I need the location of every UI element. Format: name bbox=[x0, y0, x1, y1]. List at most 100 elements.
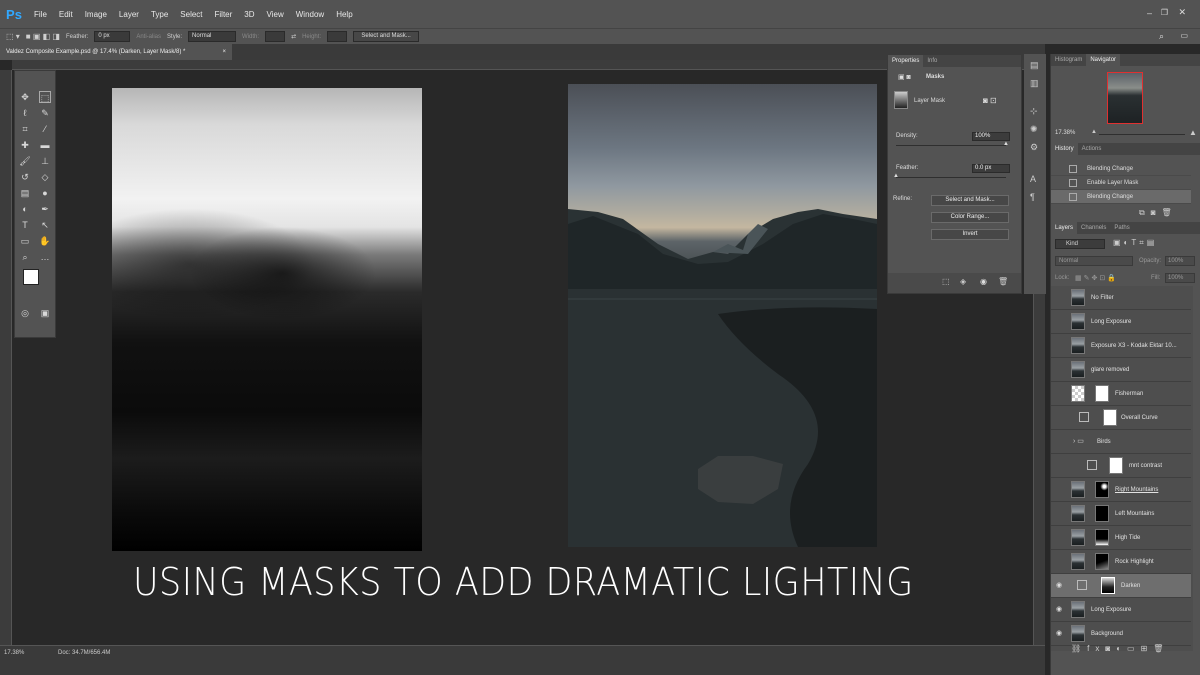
more-tools-icon[interactable]: … bbox=[39, 251, 51, 263]
screen-mode-icon[interactable]: ▣ bbox=[39, 307, 51, 319]
opacity-input[interactable]: 100% bbox=[1165, 256, 1195, 266]
menu-image[interactable]: Image bbox=[79, 10, 113, 19]
rectangle-tool-icon[interactable]: ▭ bbox=[19, 235, 31, 247]
layer-row[interactable]: Rock Highlight bbox=[1051, 550, 1191, 574]
history-item[interactable]: Enable Layer Mask bbox=[1051, 176, 1191, 190]
dodge-tool-icon[interactable]: ◐ bbox=[19, 203, 31, 215]
load-selection-icon[interactable]: ⬚ bbox=[942, 277, 950, 286]
paragraph-icon[interactable]: ¶ bbox=[1030, 192, 1035, 202]
history-item[interactable]: Blending Change bbox=[1051, 162, 1191, 176]
layer-row[interactable]: Exposure X3 - Kodak Ektar 10... bbox=[1051, 334, 1191, 358]
minimize-icon[interactable]: – bbox=[1147, 8, 1152, 18]
menu-select[interactable]: Select bbox=[174, 10, 208, 19]
tab-properties[interactable]: Properties bbox=[888, 55, 924, 67]
menu-window[interactable]: Window bbox=[290, 10, 330, 19]
history-item-active[interactable]: Blending Change bbox=[1051, 190, 1191, 204]
layer-row[interactable]: Fisherman bbox=[1051, 382, 1191, 406]
layer-filter-icons[interactable]: ▣◐T⌗▤ bbox=[1113, 238, 1157, 248]
tab-actions[interactable]: Actions bbox=[1078, 143, 1106, 155]
layer-row[interactable]: glare removed bbox=[1051, 358, 1191, 382]
brush-panel-icon[interactable]: ✺ bbox=[1030, 124, 1038, 135]
foreground-color-swatch[interactable] bbox=[23, 269, 39, 285]
zoom-tool-icon[interactable]: ⌕ bbox=[19, 251, 31, 263]
menu-view[interactable]: View bbox=[261, 10, 290, 19]
close-icon[interactable]: ✕ bbox=[1178, 7, 1186, 18]
select-and-mask-button[interactable]: Select and Mask... bbox=[353, 31, 420, 42]
crop-tool-icon[interactable]: ⌗ bbox=[19, 123, 31, 135]
tab-history[interactable]: History bbox=[1051, 143, 1078, 155]
lasso-tool-icon[interactable]: ℓ bbox=[19, 107, 31, 119]
restore-icon[interactable]: ❐ bbox=[1161, 8, 1168, 17]
styles-icon[interactable]: ⚙ bbox=[1030, 142, 1038, 153]
character-icon[interactable]: A bbox=[1030, 174, 1036, 184]
feather-input[interactable]: 0 px bbox=[94, 31, 131, 42]
history-footer-icons[interactable]: ⧉◙🗑 bbox=[1139, 208, 1178, 218]
pen-tool-icon[interactable]: ✒ bbox=[39, 203, 51, 215]
clone-stamp-icon[interactable]: ⊥ bbox=[39, 155, 51, 167]
history-panel-icon[interactable]: ▤ bbox=[1030, 60, 1039, 71]
move-tool-icon[interactable]: ✥ bbox=[19, 91, 31, 103]
properties-panel-icon[interactable]: ▥ bbox=[1030, 78, 1039, 89]
eyedropper-icon[interactable]: ⁄ bbox=[39, 123, 51, 135]
document-close-icon[interactable]: × bbox=[222, 44, 226, 60]
blur-tool-icon[interactable]: ● bbox=[39, 187, 51, 199]
lock-icons[interactable]: ▦✎✥⊡🔒 bbox=[1075, 274, 1118, 282]
fill-input[interactable]: 100% bbox=[1165, 273, 1195, 283]
zoom-in-icon[interactable]: ▲ bbox=[1189, 128, 1197, 137]
history-brush-icon[interactable]: ↺ bbox=[19, 171, 31, 183]
document-tab[interactable]: Valdez Composite Example.psd @ 17.4% (Da… bbox=[0, 44, 232, 60]
patch-tool-icon[interactable]: ▬ bbox=[39, 139, 51, 151]
color-range-button[interactable]: Color Range... bbox=[931, 212, 1009, 223]
menu-type[interactable]: Type bbox=[145, 10, 174, 19]
quick-mask-icon[interactable]: ◎ bbox=[19, 307, 31, 319]
gradient-tool-icon[interactable]: ▤ bbox=[19, 187, 31, 199]
delete-mask-icon[interactable]: 🗑 bbox=[998, 277, 1008, 286]
type-tool-icon[interactable]: T bbox=[19, 219, 31, 231]
tab-layers[interactable]: Layers bbox=[1051, 222, 1078, 234]
visibility-icon[interactable]: ◉ bbox=[980, 277, 987, 286]
invert-button[interactable]: Invert bbox=[931, 229, 1009, 240]
layer-row[interactable]: Overall Curve bbox=[1051, 406, 1191, 430]
eraser-icon[interactable]: ◇ bbox=[39, 171, 51, 183]
apply-mask-icon[interactable]: ◈ bbox=[960, 277, 966, 286]
select-and-mask-button[interactable]: Select and Mask... bbox=[931, 195, 1009, 206]
tab-info[interactable]: Info bbox=[923, 55, 941, 67]
add-pixel-mask-icon[interactable]: ◙ ⊡ bbox=[983, 96, 997, 105]
feather-input[interactable]: 0.0 px bbox=[972, 164, 1010, 173]
zoom-level[interactable]: 17.38% bbox=[4, 650, 24, 656]
navigator-zoom[interactable]: 17.38% bbox=[1055, 130, 1075, 136]
menu-help[interactable]: Help bbox=[330, 10, 358, 19]
navigator-preview[interactable] bbox=[1107, 72, 1143, 124]
healing-brush-icon[interactable]: ✚ bbox=[19, 139, 31, 151]
density-input[interactable]: 100% bbox=[972, 132, 1010, 141]
hand-tool-icon[interactable]: ✋ bbox=[39, 235, 51, 247]
menu-layer[interactable]: Layer bbox=[113, 10, 145, 19]
layer-row[interactable]: High Tide bbox=[1051, 526, 1191, 550]
density-slider[interactable] bbox=[896, 145, 1006, 146]
brush-tool-icon[interactable]: 🖌 bbox=[19, 155, 31, 167]
navigator-zoom-slider[interactable] bbox=[1099, 134, 1185, 135]
marquee-tool-icon[interactable]: ⬚ bbox=[39, 91, 51, 103]
layers-footer-icons[interactable]: ⛓fx◙◐▭⊞🗑 bbox=[1071, 644, 1169, 653]
antialias-checkbox[interactable]: Anti-alias bbox=[136, 34, 161, 40]
height-input[interactable] bbox=[327, 31, 348, 42]
workspace-icon[interactable]: ▭ bbox=[1180, 31, 1188, 40]
layer-row[interactable]: Right Mountains bbox=[1051, 478, 1191, 502]
tab-paths[interactable]: Paths bbox=[1110, 222, 1133, 234]
density-slider-handle[interactable]: ▲ bbox=[1003, 141, 1009, 147]
path-select-icon[interactable]: ↖ bbox=[39, 219, 51, 231]
layer-row[interactable]: ◉ Long Exposure bbox=[1051, 598, 1191, 622]
swap-icon[interactable]: ⇄ bbox=[291, 33, 296, 40]
blend-mode-select[interactable]: Normal bbox=[1055, 256, 1133, 266]
layer-row[interactable]: mnt contrast bbox=[1051, 454, 1191, 478]
masks-icon[interactable]: ▣ ◙ bbox=[898, 73, 911, 81]
width-input[interactable] bbox=[265, 31, 286, 42]
layer-row-selected[interactable]: ◉ Darken bbox=[1051, 574, 1191, 598]
menu-file[interactable]: File bbox=[28, 10, 53, 19]
marquee-tool-icon[interactable]: ⬚ ▾ bbox=[6, 32, 20, 41]
layer-row[interactable]: Long Exposure bbox=[1051, 310, 1191, 334]
feather-slider-handle[interactable]: ▲ bbox=[893, 173, 899, 179]
style-select[interactable]: Normal bbox=[188, 31, 237, 42]
zoom-out-icon[interactable]: ▲ bbox=[1091, 129, 1097, 135]
adjustments-icon[interactable]: ⊹ bbox=[1030, 106, 1038, 117]
